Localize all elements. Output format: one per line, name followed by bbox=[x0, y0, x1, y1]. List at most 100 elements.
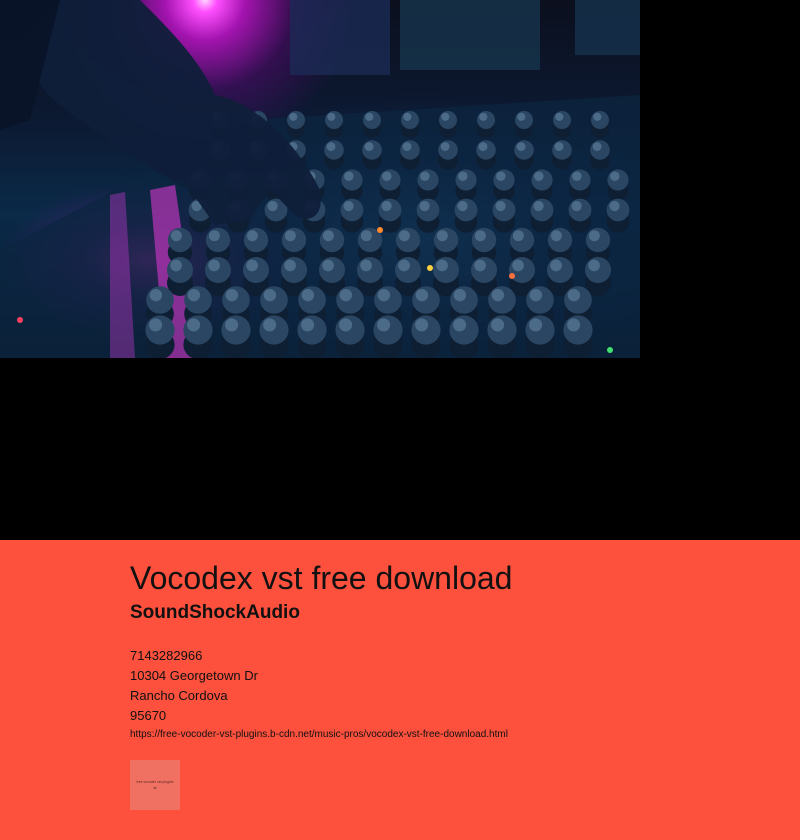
knob-highlight bbox=[246, 230, 258, 242]
knob bbox=[146, 286, 174, 314]
knob bbox=[401, 111, 419, 129]
thumbnail-label: xl bbox=[153, 785, 157, 790]
knob-highlight bbox=[170, 230, 182, 242]
knob-highlight bbox=[267, 200, 278, 212]
knob-highlight bbox=[517, 112, 526, 121]
knob bbox=[477, 111, 495, 129]
zip-code: 95670 bbox=[130, 708, 167, 723]
knob bbox=[509, 257, 535, 283]
knob bbox=[222, 286, 250, 314]
knob-highlight bbox=[301, 318, 315, 332]
knob-highlight bbox=[284, 259, 296, 272]
knob bbox=[205, 227, 231, 253]
knob bbox=[439, 111, 457, 129]
knob bbox=[374, 286, 402, 314]
knob-highlight bbox=[474, 230, 486, 242]
knob bbox=[298, 286, 326, 314]
knob-highlight bbox=[149, 288, 163, 302]
hero-image bbox=[0, 0, 640, 358]
knob-highlight bbox=[263, 318, 277, 332]
knob-highlight bbox=[441, 112, 450, 121]
knob-highlight bbox=[567, 318, 581, 332]
knob bbox=[607, 169, 629, 191]
knob-highlight bbox=[458, 171, 468, 182]
knob bbox=[357, 257, 383, 283]
knob-highlight bbox=[403, 112, 412, 121]
knob bbox=[400, 140, 420, 160]
knob-highlight bbox=[415, 288, 429, 302]
knob bbox=[145, 315, 175, 345]
knob-highlight bbox=[588, 230, 600, 242]
knob bbox=[476, 140, 496, 160]
business-name: SoundShockAudio bbox=[130, 602, 300, 623]
knob-highlight bbox=[550, 259, 562, 272]
knob-highlight bbox=[571, 200, 582, 212]
knob bbox=[319, 257, 345, 283]
knob bbox=[243, 227, 269, 253]
knob-highlight bbox=[453, 288, 467, 302]
knob bbox=[525, 315, 555, 345]
knob bbox=[324, 140, 344, 160]
knob-highlight bbox=[343, 200, 354, 212]
knob bbox=[509, 227, 535, 253]
knob-highlight bbox=[398, 259, 410, 272]
contact-block: 7143282966 10304 Georgetown Dr Rancho Co… bbox=[130, 646, 258, 726]
knob-highlight bbox=[208, 230, 220, 242]
knob bbox=[591, 111, 609, 129]
indicator-led bbox=[607, 347, 613, 353]
knob bbox=[531, 169, 553, 191]
knob bbox=[221, 315, 251, 345]
knob bbox=[493, 169, 515, 191]
knob bbox=[362, 140, 382, 160]
knob-highlight bbox=[419, 200, 430, 212]
knob bbox=[530, 198, 554, 222]
knob-highlight bbox=[263, 288, 277, 302]
knob-highlight bbox=[377, 318, 391, 332]
knob-highlight bbox=[339, 318, 353, 332]
knob bbox=[547, 257, 573, 283]
indicator-led bbox=[17, 317, 23, 323]
knob bbox=[243, 257, 269, 283]
knob bbox=[340, 198, 364, 222]
knob bbox=[395, 257, 421, 283]
info-panel: Vocodex vst free download SoundShockAudi… bbox=[0, 540, 800, 840]
indicator-led bbox=[377, 227, 383, 233]
knob bbox=[281, 257, 307, 283]
knob-highlight bbox=[322, 230, 334, 242]
knob bbox=[568, 198, 592, 222]
knob-highlight bbox=[512, 230, 524, 242]
knob-highlight bbox=[491, 318, 505, 332]
knob-highlight bbox=[593, 112, 602, 121]
knob bbox=[553, 111, 571, 129]
knob bbox=[449, 315, 479, 345]
knob bbox=[433, 227, 459, 253]
indicator-led bbox=[427, 265, 433, 271]
knob bbox=[297, 315, 327, 345]
knob-highlight bbox=[187, 318, 201, 332]
knob bbox=[488, 286, 516, 314]
knob bbox=[260, 286, 288, 314]
knob-highlight bbox=[457, 200, 468, 212]
knob-highlight bbox=[326, 142, 336, 151]
knob-highlight bbox=[225, 318, 239, 332]
knob bbox=[487, 315, 517, 345]
knob-highlight bbox=[381, 200, 392, 212]
knob bbox=[433, 257, 459, 283]
knob bbox=[336, 286, 364, 314]
knob-highlight bbox=[364, 142, 374, 151]
knob bbox=[547, 227, 573, 253]
knob bbox=[564, 286, 592, 314]
thumbnail-image[interactable]: free vocoder vst plugins xl bbox=[130, 760, 180, 810]
knob-highlight bbox=[420, 171, 430, 182]
page-url-link[interactable]: https://free-vocoder-vst-plugins.b-cdn.n… bbox=[130, 728, 508, 742]
knob-highlight bbox=[440, 142, 450, 151]
knob-highlight bbox=[246, 259, 258, 272]
knob bbox=[526, 286, 554, 314]
knob bbox=[450, 286, 478, 314]
knob-highlight bbox=[149, 318, 163, 332]
knob bbox=[455, 169, 477, 191]
back-panel bbox=[290, 0, 390, 75]
knob bbox=[590, 140, 610, 160]
knob-highlight bbox=[398, 230, 410, 242]
knob bbox=[183, 315, 213, 345]
